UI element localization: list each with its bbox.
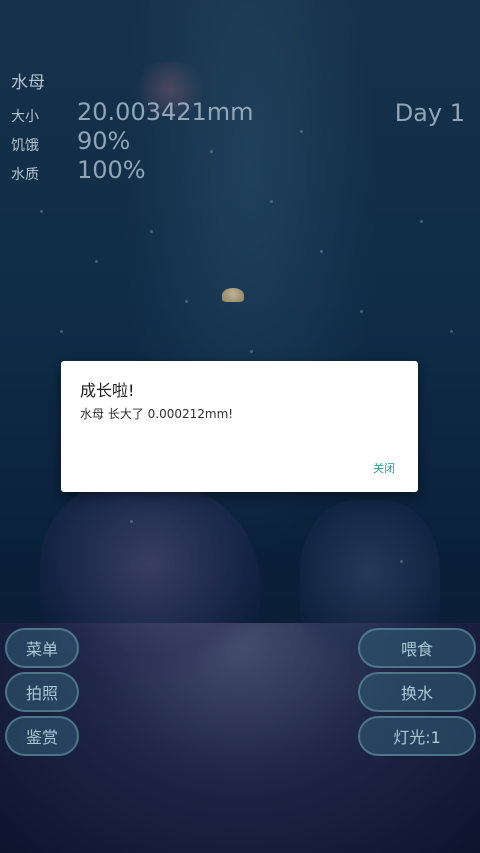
dialog-message: 水母 长大了 0.000212mm! [80,407,234,421]
photo-button[interactable]: 拍照 [5,672,79,712]
stat-hunger-label: 饥饿 [11,138,39,154]
dialog-title: 成长啦! [80,381,135,400]
stat-size-label: 大小 [11,109,39,125]
menu-button[interactable]: 菜单 [5,628,79,668]
change-water-button[interactable]: 换水 [358,672,476,712]
stat-water-quality-value: 100% [77,156,146,184]
stat-hunger-value: 90% [77,127,131,155]
growth-dialog: 成长啦! 水母 长大了 0.000212mm! 关闭 [61,361,418,492]
light-button[interactable]: 灯光:1 [358,716,476,756]
day-counter: Day 1 [394,99,465,127]
creature-name: 水母 [11,73,45,93]
dialog-close-button[interactable]: 关闭 [373,460,395,476]
feed-button[interactable]: 喂食 [358,628,476,668]
stat-water-quality-label: 水质 [11,167,39,183]
stat-size-value: 20.003421mm [77,98,254,126]
gallery-button[interactable]: 鉴赏 [5,716,79,756]
